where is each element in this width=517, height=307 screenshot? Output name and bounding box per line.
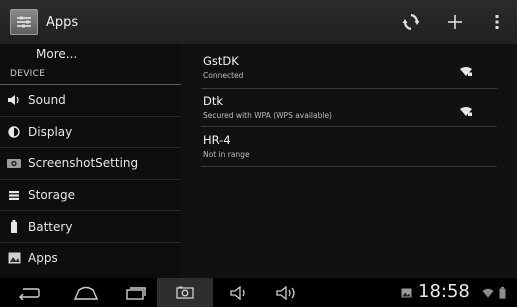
network-ssid: HR-4	[203, 133, 231, 147]
back-button[interactable]	[10, 278, 48, 307]
gallery-notification-icon	[398, 278, 414, 307]
network-item-dtk[interactable]: Dtk Secured with WPA (WPS available)	[201, 90, 497, 126]
network-status: Secured with WPA (WPS available)	[203, 111, 332, 120]
wifi-signal-locked-icon	[459, 102, 473, 121]
nav-item-storage[interactable]: Storage	[0, 180, 181, 212]
settings-list: More... DEVICE Sound Display ScreenshotS…	[0, 44, 181, 278]
network-status: Connected	[203, 71, 244, 80]
section-header-device: DEVICE	[0, 64, 181, 85]
nav-item-screenshot-setting[interactable]: ScreenshotSetting	[0, 148, 181, 180]
nav-item-label: Apps	[28, 251, 58, 266]
wps-button[interactable]	[389, 0, 433, 44]
volume-down-icon	[230, 285, 245, 300]
camera-icon	[0, 157, 28, 169]
battery-icon	[0, 220, 28, 234]
home-button[interactable]	[66, 278, 106, 307]
volume-up-icon	[276, 285, 295, 300]
wifi-status-icon	[481, 278, 495, 307]
volume-down-button[interactable]	[224, 278, 254, 307]
battery-status-icon	[497, 278, 507, 307]
camera-icon	[176, 286, 194, 299]
system-navigation-bar: 18:58	[0, 278, 517, 307]
home-icon	[73, 286, 99, 300]
wifi-signal-locked-icon	[459, 62, 473, 81]
add-network-button[interactable]	[433, 0, 477, 44]
nav-item-battery[interactable]: Battery	[0, 211, 181, 243]
status-clock: 18:58	[418, 281, 470, 302]
storage-icon	[0, 190, 28, 201]
network-item-hr-4[interactable]: HR-4 Not in range	[201, 129, 497, 165]
network-ssid: GstDK	[203, 54, 239, 68]
nav-item-label: Storage	[28, 188, 75, 203]
network-item-gstdk[interactable]: GstDK Connected	[201, 50, 497, 86]
plus-icon	[448, 15, 462, 29]
overflow-menu-button[interactable]	[477, 0, 517, 44]
nav-item-sound[interactable]: Sound	[0, 85, 181, 117]
screenshot-button[interactable]	[157, 278, 213, 307]
action-bar: Apps	[0, 0, 517, 45]
more-item[interactable]: More...	[0, 44, 181, 64]
network-status: Not in range	[203, 150, 250, 159]
overflow-menu-icon	[495, 15, 499, 29]
nav-item-apps[interactable]: Apps	[0, 243, 181, 274]
wps-icon	[402, 13, 420, 31]
apps-icon	[0, 252, 28, 264]
back-icon	[19, 287, 40, 300]
nav-item-label: ScreenshotSetting	[28, 156, 139, 171]
recent-apps-button[interactable]	[118, 278, 154, 307]
wifi-network-list: GstDK Connected Dtk Secured with WPA (WP…	[181, 44, 517, 278]
page-title: Apps	[46, 14, 79, 30]
nav-item-display[interactable]: Display	[0, 117, 181, 149]
nav-item-label: Display	[28, 124, 73, 139]
settings-app-icon[interactable]	[10, 9, 38, 35]
sound-icon	[0, 94, 28, 106]
nav-item-label: Sound	[28, 93, 66, 108]
nav-item-label: Battery	[28, 219, 73, 234]
recent-apps-icon	[126, 286, 146, 300]
volume-up-button[interactable]	[270, 278, 304, 307]
display-icon	[0, 126, 28, 138]
network-ssid: Dtk	[203, 94, 224, 108]
